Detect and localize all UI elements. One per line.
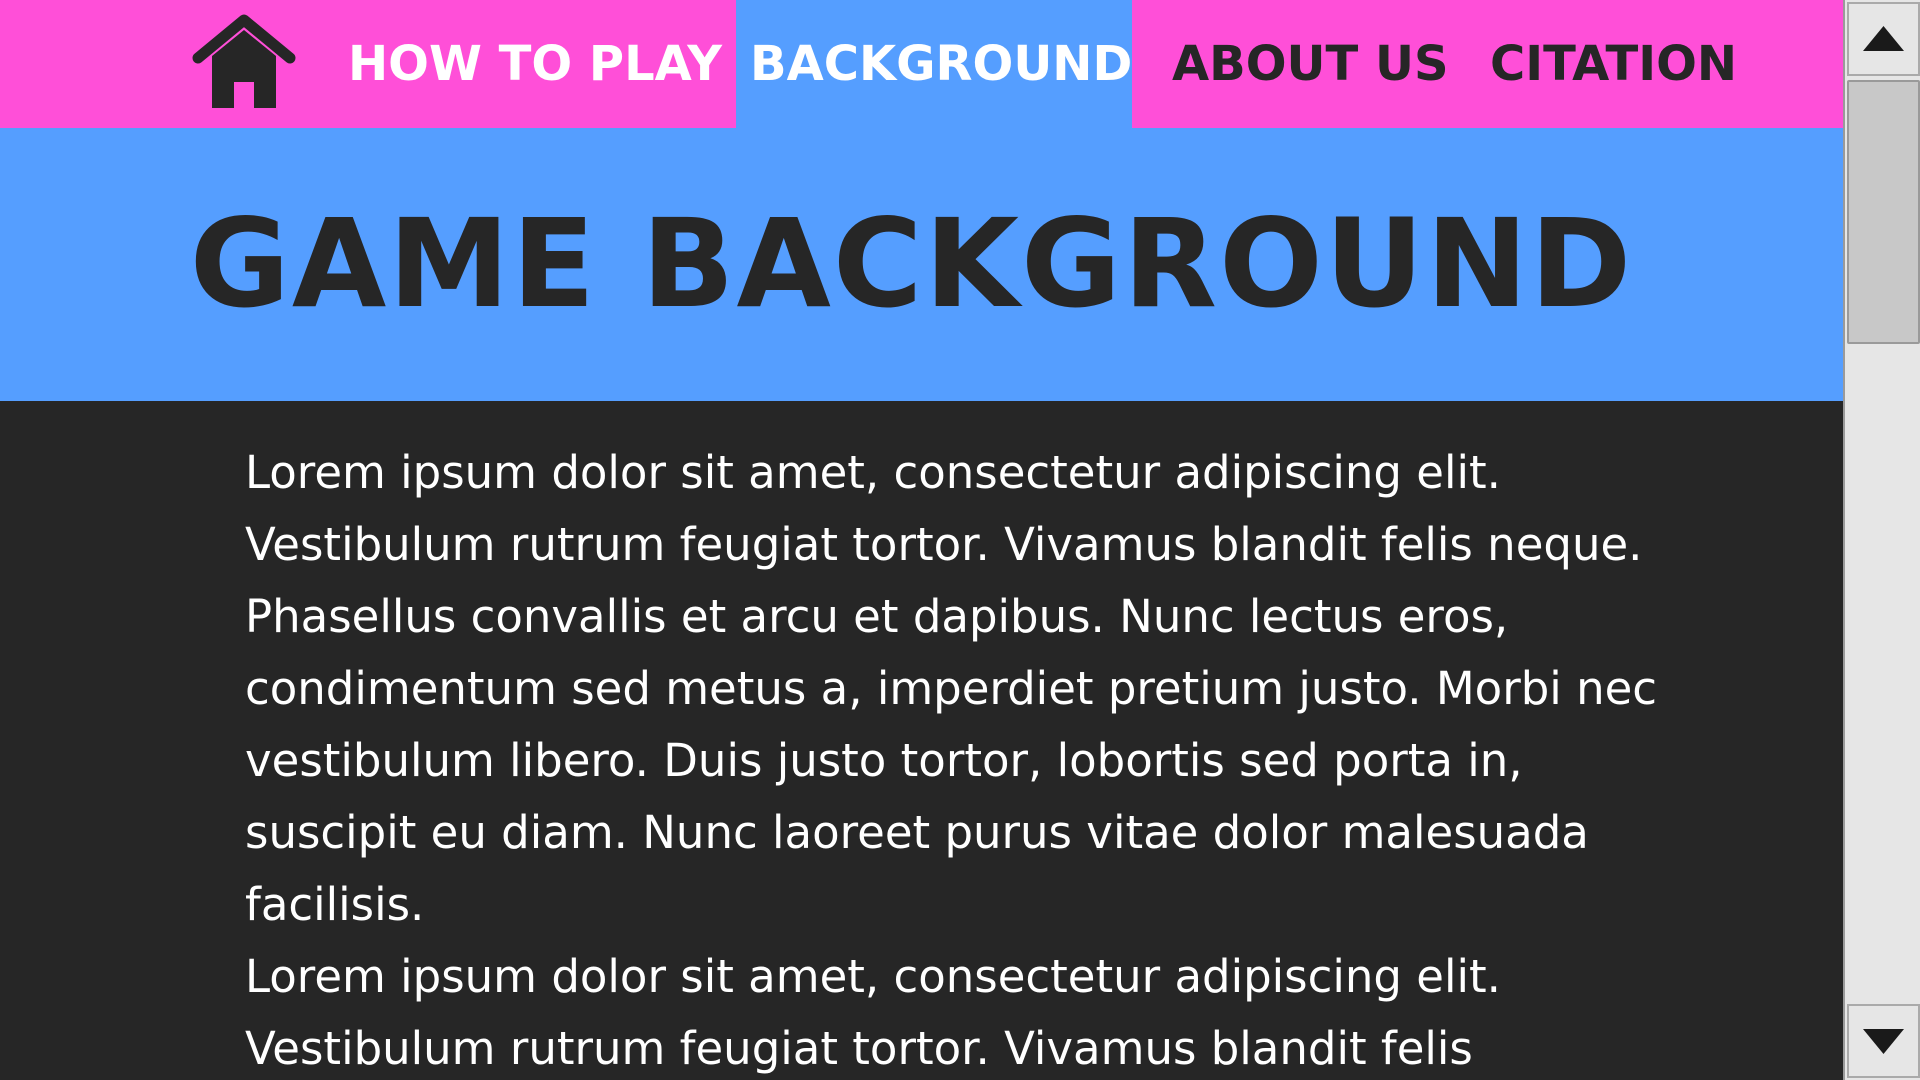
home-button[interactable]	[192, 12, 296, 112]
content-body: Lorem ipsum dolor sit amet, consectetur …	[245, 437, 1665, 1080]
nav-link-how-to-play[interactable]: HOW TO PLAY	[348, 0, 722, 128]
top-nav: HOW TO PLAY BACKGROUND ABOUT US CITATION	[0, 0, 1843, 128]
main-content: Lorem ipsum dolor sit amet, consectetur …	[0, 401, 1843, 1080]
scrollbar-thumb[interactable]	[1847, 80, 1920, 344]
vertical-scrollbar[interactable]	[1843, 0, 1920, 1080]
triangle-down-icon	[1849, 1006, 1918, 1076]
triangle-up-icon	[1849, 4, 1918, 74]
page: HOW TO PLAY BACKGROUND ABOUT US CITATION…	[0, 0, 1843, 1080]
hero-banner: GAME BACKGROUND	[0, 128, 1843, 401]
scroll-up-button[interactable]	[1847, 2, 1920, 76]
paragraph: Lorem ipsum dolor sit amet, consectetur …	[245, 950, 1501, 1075]
paragraph: Lorem ipsum dolor sit amet, consectetur …	[245, 446, 1658, 931]
house-icon	[192, 12, 296, 112]
scroll-down-button[interactable]	[1847, 1004, 1920, 1078]
nav-link-background[interactable]: BACKGROUND	[750, 0, 1132, 128]
nav-link-about-us[interactable]: ABOUT US	[1172, 0, 1449, 128]
nav-link-citation[interactable]: CITATION	[1490, 0, 1737, 128]
page-title: GAME BACKGROUND	[189, 193, 1634, 335]
